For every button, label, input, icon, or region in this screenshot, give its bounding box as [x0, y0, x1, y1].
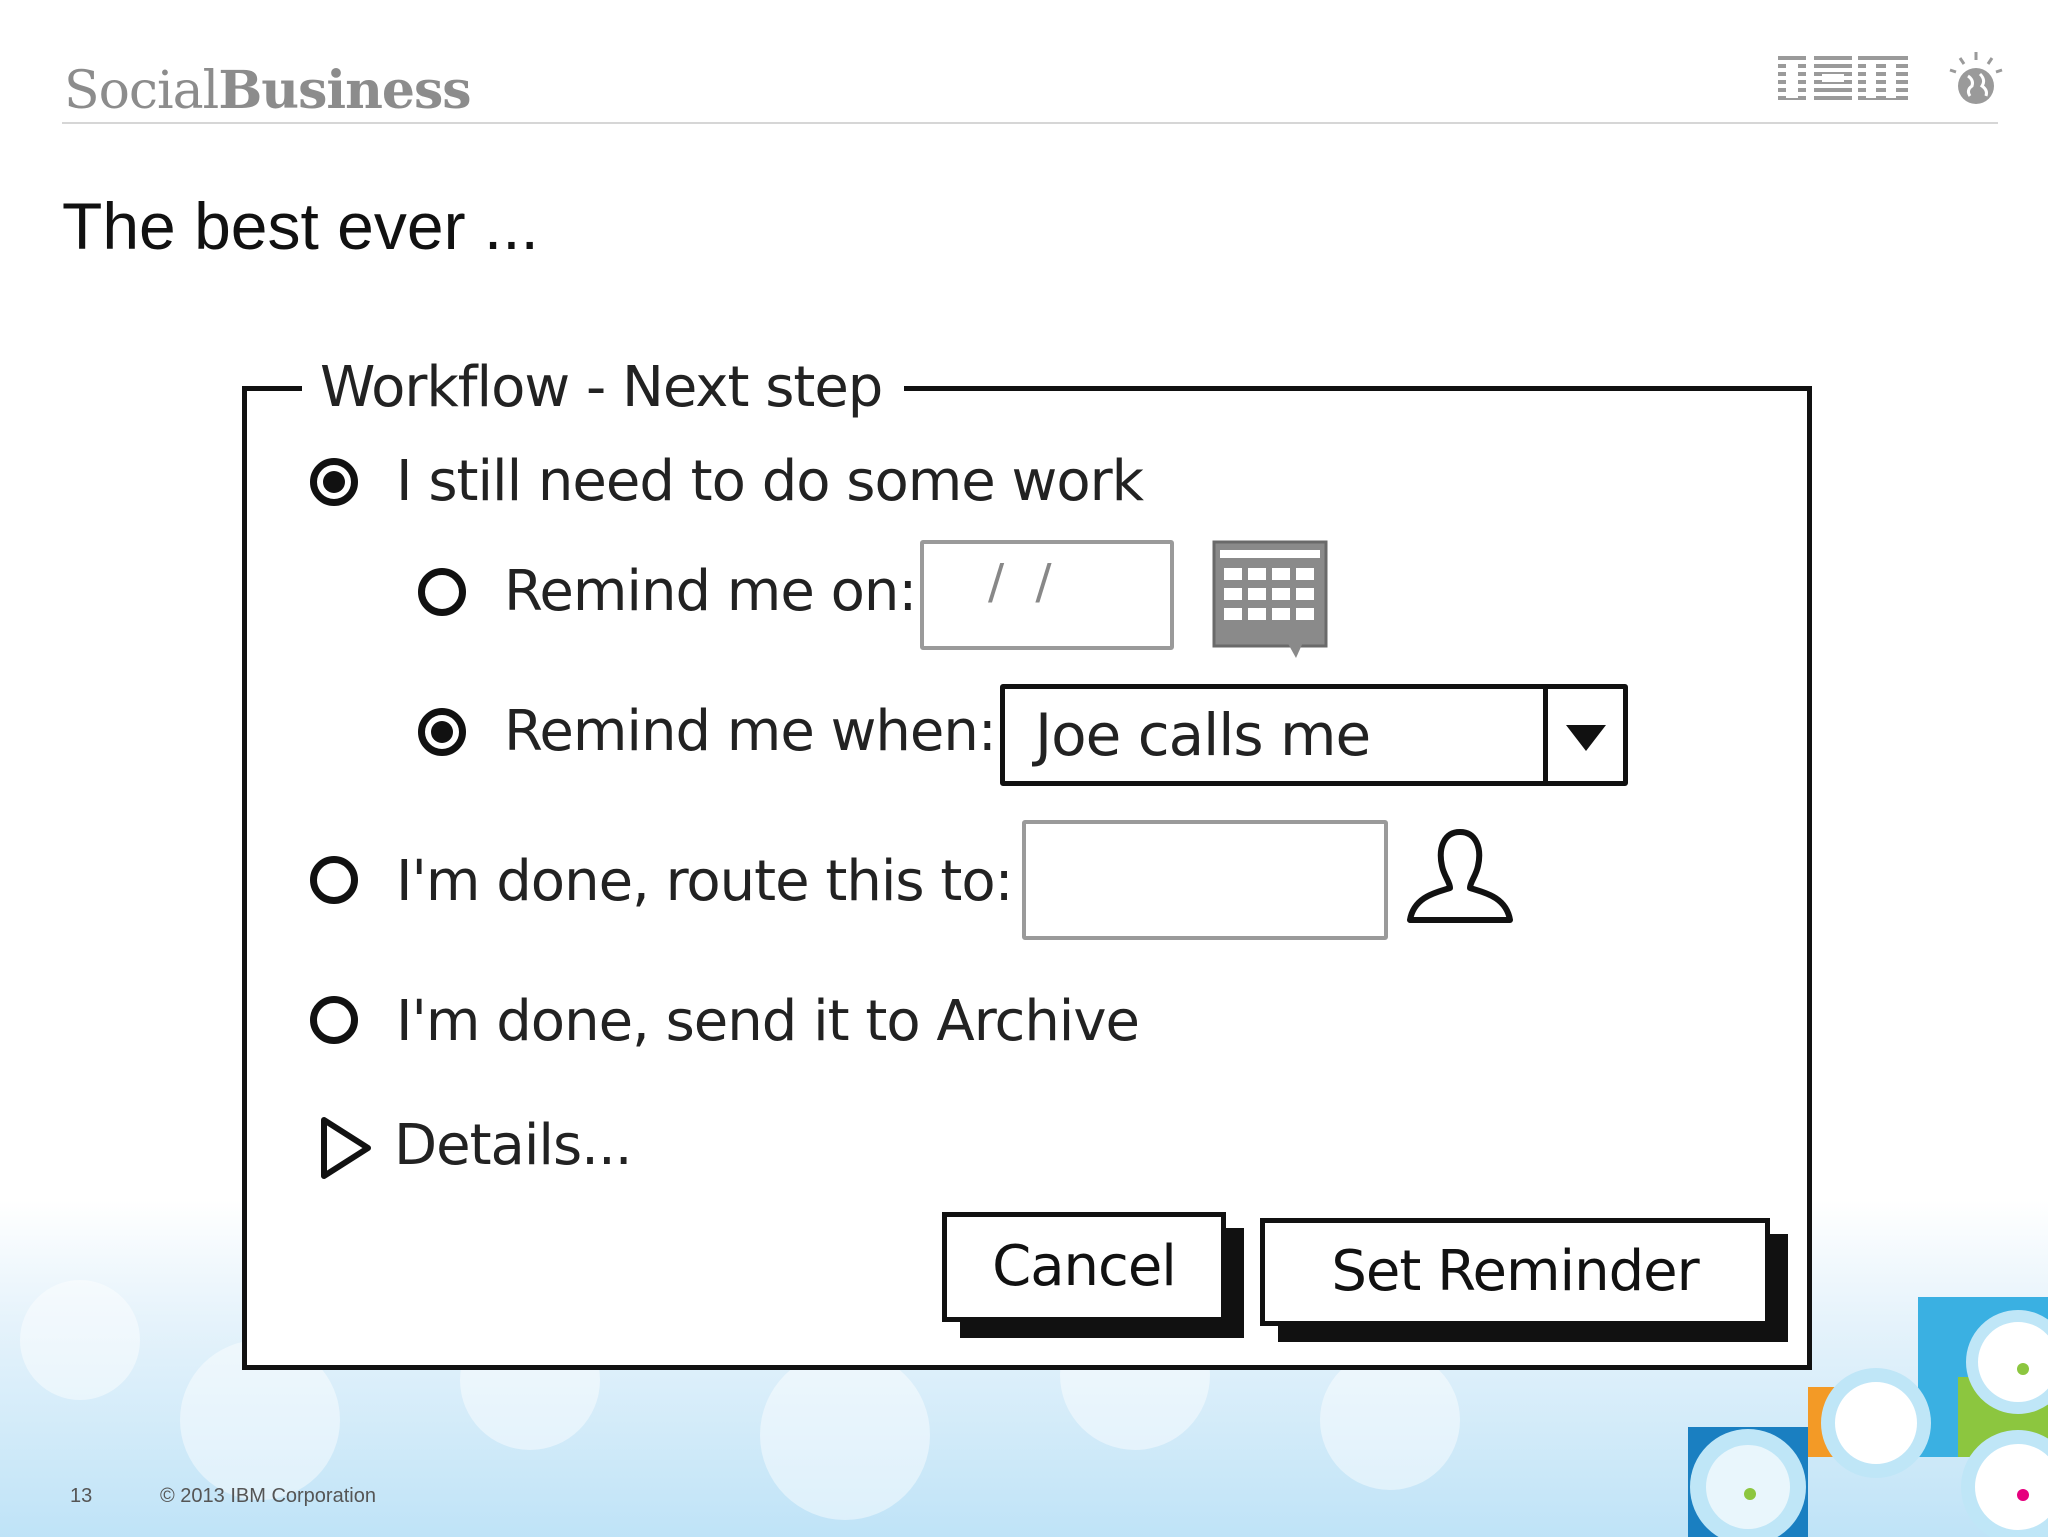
- globe-icon: [1949, 52, 2003, 104]
- details-link[interactable]: Details...: [394, 1114, 633, 1178]
- option-remind-on-label: Remind me on:: [504, 559, 917, 624]
- radio-send-to-archive[interactable]: [310, 996, 358, 1044]
- set-reminder-button-label: Set Reminder: [1331, 1239, 1699, 1304]
- socialbusiness-logo: SocialBusiness: [64, 60, 472, 121]
- dropdown-arrow-icon[interactable]: [1543, 689, 1623, 781]
- logo-word-social: Social: [64, 61, 219, 121]
- radio-still-need-work[interactable]: [310, 458, 358, 506]
- remind-when-select[interactable]: Joe calls me: [1000, 684, 1628, 786]
- date-input-value: / /: [988, 554, 1060, 610]
- calendar-icon[interactable]: [1212, 540, 1330, 660]
- radio-route-to[interactable]: [310, 856, 358, 904]
- option-still-need-work-label: I still need to do some work: [396, 449, 1144, 514]
- expand-triangle-icon[interactable]: [318, 1116, 374, 1180]
- radio-remind-me-when[interactable]: [418, 708, 466, 756]
- dialog-title: Workflow - Next step: [302, 352, 905, 424]
- page-number: 13: [70, 1485, 93, 1507]
- ibm-logo: [1778, 54, 1908, 106]
- cancel-button-label: Cancel: [992, 1234, 1177, 1299]
- route-to-input[interactable]: [1022, 820, 1388, 940]
- remind-when-select-value: Joe calls me: [1035, 701, 1371, 769]
- copyright-text: © 2013 IBM Corporation: [160, 1485, 376, 1507]
- date-input[interactable]: / /: [920, 540, 1174, 650]
- option-route-to-label: I'm done, route this to:: [396, 849, 1013, 914]
- slide-title: The best ever ...: [62, 189, 539, 263]
- cancel-button[interactable]: Cancel: [942, 1212, 1226, 1322]
- option-remind-when-label: Remind me when:: [504, 699, 997, 764]
- person-picker-icon[interactable]: [1404, 826, 1516, 926]
- set-reminder-button[interactable]: Set Reminder: [1260, 1218, 1770, 1326]
- radio-remind-me-on[interactable]: [418, 568, 466, 616]
- header-divider: [62, 122, 1998, 124]
- option-archive-label: I'm done, send it to Archive: [396, 989, 1140, 1054]
- logo-word-business: Business: [218, 60, 471, 121]
